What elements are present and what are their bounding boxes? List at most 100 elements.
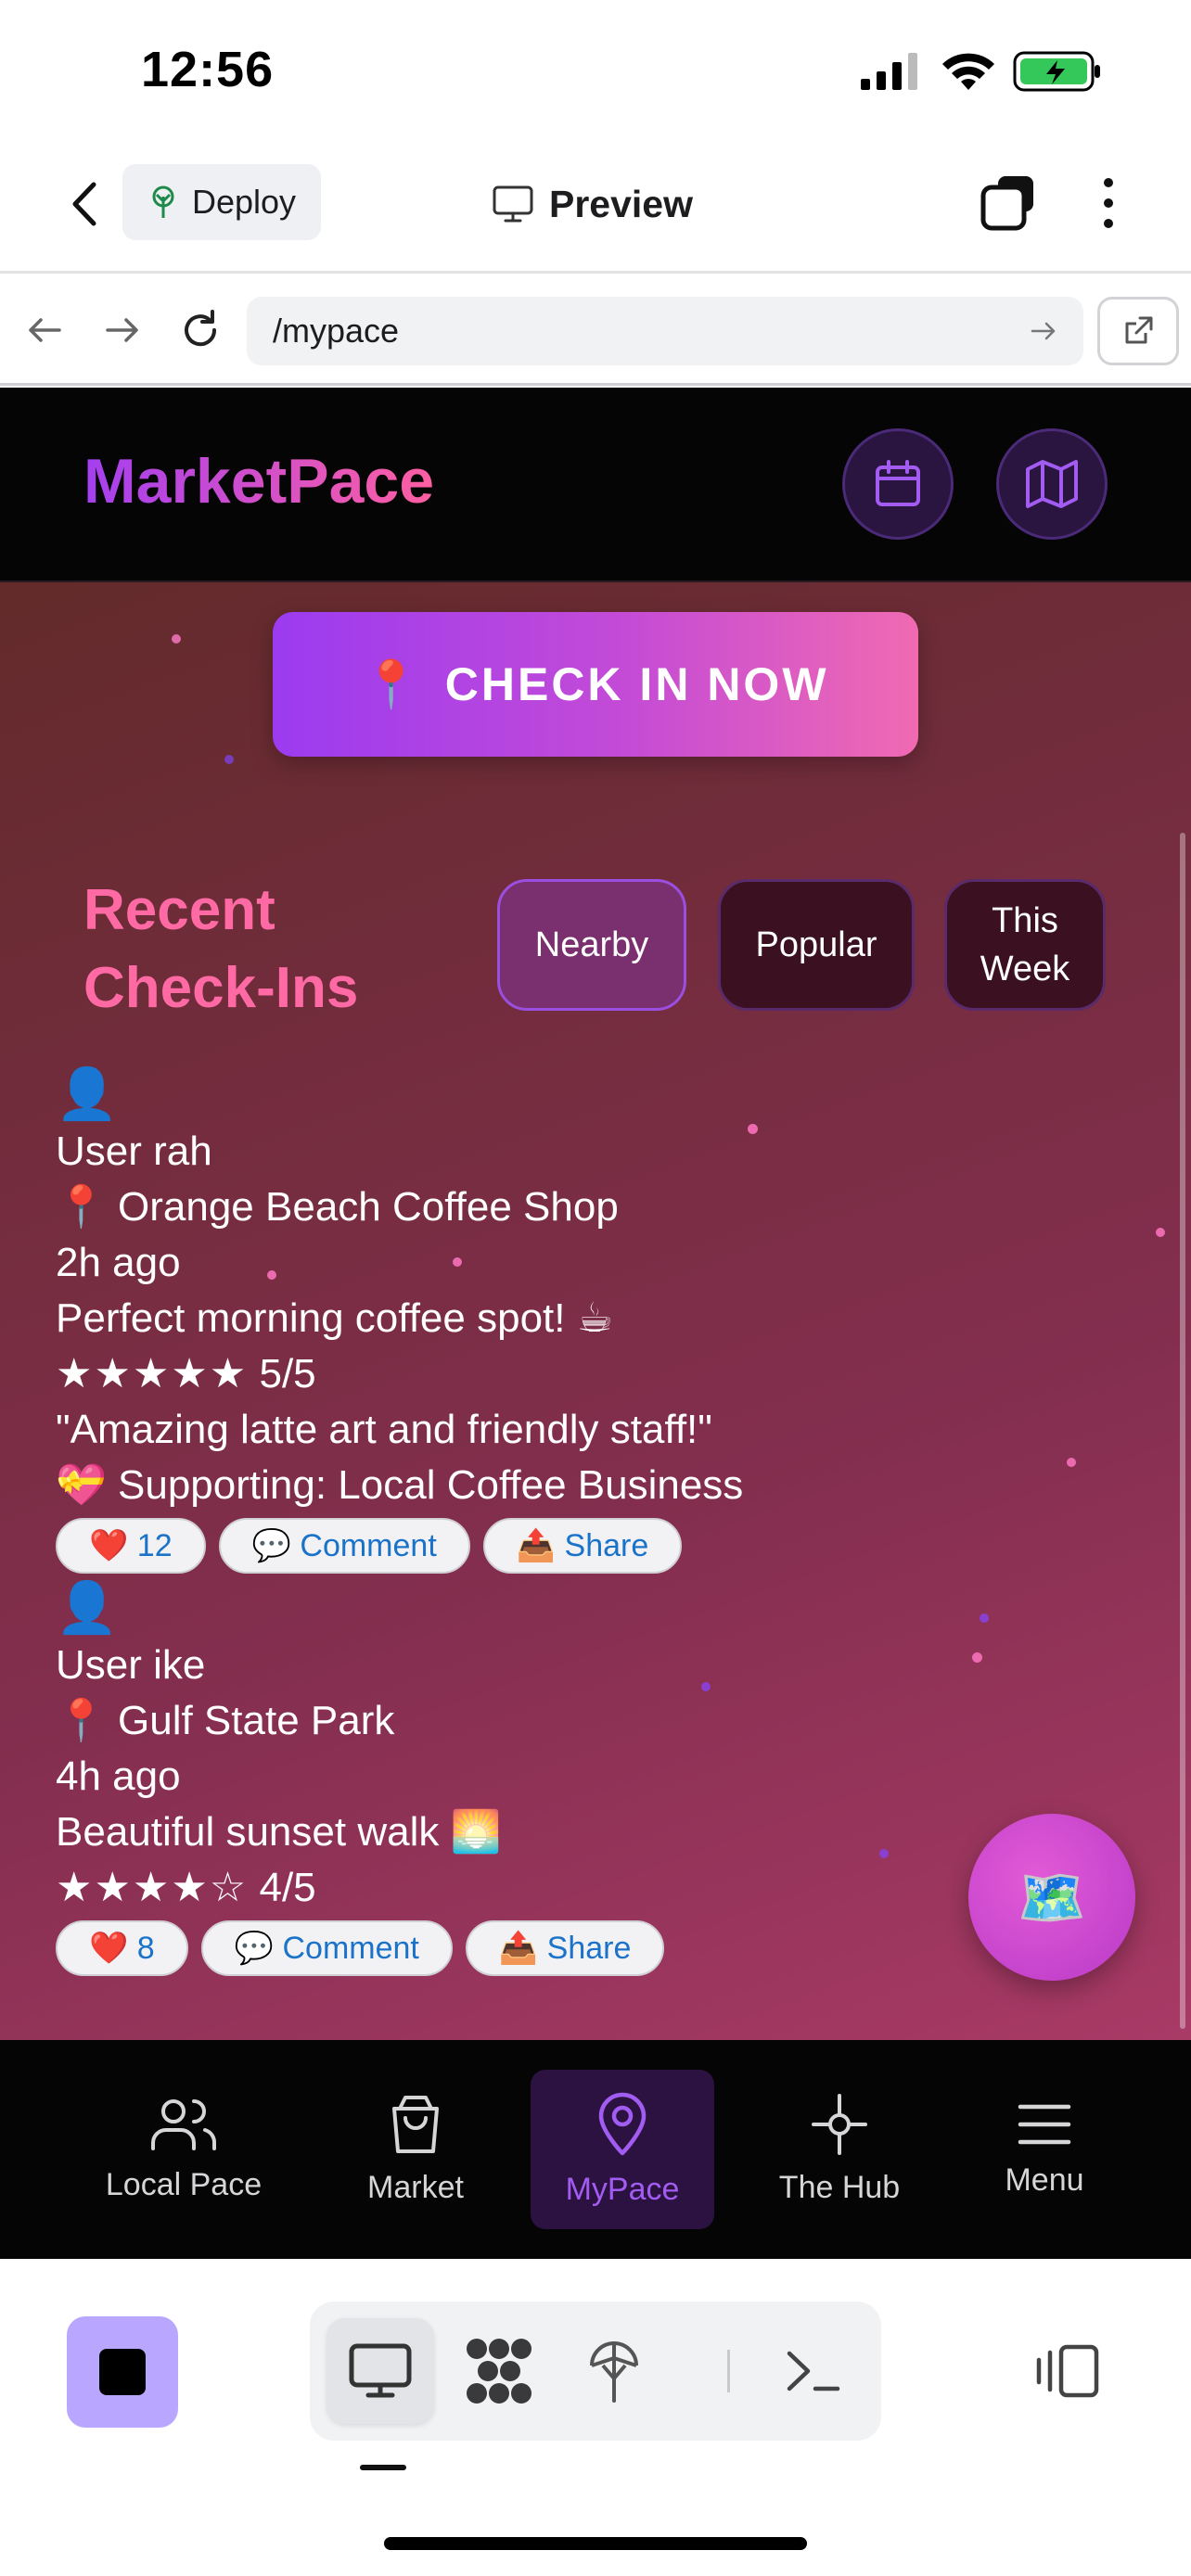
wifi-icon	[942, 53, 994, 90]
particle	[224, 755, 234, 764]
menu-icon	[1018, 2104, 1071, 2144]
app-bottom-nav: Local Pace Market MyPace The Hub Menu	[0, 2040, 1191, 2259]
avatar: 👤	[56, 1066, 119, 1122]
nav-mypace[interactable]: MyPace	[531, 2070, 714, 2229]
checkin-user[interactable]: User ike	[56, 1638, 1076, 1693]
stop-button[interactable]	[67, 2316, 178, 2428]
scrollbar[interactable]	[1180, 833, 1185, 2029]
reload-icon	[185, 310, 217, 347]
tool-group	[310, 2302, 881, 2441]
recent-checkins-title: Recent Check-Ins	[83, 878, 359, 1020]
deploy-icon	[152, 185, 174, 218]
status-time: 12:56	[141, 42, 275, 97]
agent-tool-button[interactable]	[445, 2318, 553, 2424]
check-in-label: CHECK IN NOW	[444, 658, 829, 710]
share-button[interactable]: 📤 Share	[465, 1920, 665, 1976]
site-header: MarketPace	[0, 388, 1191, 582]
url-text: /mypace	[273, 312, 400, 350]
like-button[interactable]: ❤️ 12	[56, 1518, 206, 1574]
active-tab-indicator	[360, 2465, 406, 2470]
more-dot	[1104, 219, 1113, 228]
external-link-icon	[1125, 316, 1153, 344]
map-icon	[1026, 460, 1078, 508]
nav-the-hub[interactable]: The Hub	[761, 2070, 918, 2229]
checkin-card: 👤 User rah 📍 Orange Beach Coffee Shop 2h…	[56, 1065, 1076, 1578]
checkins-feed: 👤 User rah 📍 Orange Beach Coffee Shop 2h…	[56, 1065, 1076, 1981]
map-button[interactable]	[996, 428, 1108, 540]
reload-button[interactable]	[176, 306, 224, 354]
stop-icon	[99, 2349, 146, 2395]
checkin-time: 4h ago	[56, 1753, 181, 1799]
nav-local-pace[interactable]: Local Pace	[93, 2070, 275, 2229]
url-bar: /mypace	[0, 276, 1191, 386]
particle	[1156, 1228, 1165, 1237]
browser-back-button[interactable]	[20, 306, 69, 354]
rating-stars: ★★★★☆	[56, 1865, 249, 1910]
preview-tool-button[interactable]	[327, 2318, 434, 2424]
monitor-icon	[493, 185, 533, 223]
deploy-tool-button[interactable]	[560, 2318, 668, 2424]
checkin-place[interactable]: 📍 Orange Beach Coffee Shop	[56, 1180, 1076, 1235]
go-arrow-icon[interactable]	[1030, 320, 1057, 342]
browser-forward-button[interactable]	[98, 306, 147, 354]
calendar-button[interactable]	[842, 428, 954, 540]
rating-text: 5/5	[259, 1351, 316, 1396]
hub-icon	[812, 2093, 867, 2155]
filter-popular[interactable]: Popular	[718, 879, 915, 1011]
like-button[interactable]: ❤️ 8	[56, 1920, 188, 1976]
filter-label: Popular	[755, 925, 877, 964]
checkin-time: 2h ago	[56, 1240, 181, 1285]
rating-stars: ★★★★★	[56, 1351, 249, 1396]
filter-nearby[interactable]: Nearby	[497, 879, 686, 1011]
map-fab-button[interactable]: 🗺️	[968, 1814, 1135, 1981]
checkin-rating: ★★★★☆ 4/5	[56, 1860, 1076, 1916]
signal-icon	[861, 53, 917, 90]
panel-toggle-button[interactable]	[1035, 2320, 1100, 2422]
pin-emoji-icon: 📍	[362, 657, 423, 710]
web-viewport: MarketPace 📍 CHECK IN NOW Recent Check-I…	[0, 388, 1191, 2040]
filter-label: This Week	[980, 901, 1070, 988]
deploy-icon	[590, 2341, 638, 2403]
app-bar: Deploy Preview	[0, 139, 1191, 274]
filter-label: Nearby	[534, 925, 649, 964]
agent-icon	[467, 2339, 531, 2404]
share-button[interactable]: 📤 Share	[482, 1518, 683, 1574]
arrow-right-icon	[106, 318, 138, 342]
battery-charging-icon	[1013, 51, 1100, 92]
chevron-left-icon	[72, 182, 96, 226]
brand-logo[interactable]: MarketPace	[83, 445, 434, 517]
tabs-button[interactable]	[978, 172, 1039, 234]
checkin-place[interactable]: 📍 Gulf State Park	[56, 1693, 1076, 1749]
nav-label: MyPace	[565, 2171, 680, 2207]
arrow-left-icon	[29, 318, 61, 342]
nav-label: The Hub	[778, 2169, 901, 2205]
split-panel-icon	[1036, 2344, 1099, 2398]
nav-label: Menu	[1005, 2162, 1084, 2198]
nav-menu[interactable]: Menu	[981, 2070, 1108, 2229]
calendar-icon	[876, 460, 920, 506]
status-icons	[861, 48, 1102, 95]
checkin-card: 👤 User ike 📍 Gulf State Park 4h ago Beau…	[56, 1578, 1076, 1981]
open-external-button[interactable]	[1097, 297, 1179, 365]
more-dot	[1104, 178, 1113, 187]
terminal-icon	[787, 2351, 840, 2391]
monitor-icon	[349, 2343, 412, 2398]
check-in-now-button[interactable]: 📍 CHECK IN NOW	[273, 612, 918, 757]
checkin-rating: ★★★★★ 5/5	[56, 1346, 1076, 1402]
users-icon	[151, 2098, 216, 2150]
nav-market[interactable]: Market	[343, 2070, 488, 2229]
avatar: 👤	[56, 1580, 119, 1636]
comment-button[interactable]: 💬 Comment	[218, 1518, 470, 1574]
back-button[interactable]	[56, 176, 111, 232]
shell-tool-button[interactable]	[759, 2318, 866, 2424]
deploy-button[interactable]: Deploy	[122, 164, 321, 240]
ide-toolbar	[0, 2259, 1191, 2576]
map-pin-icon	[598, 2092, 647, 2155]
url-input[interactable]: /mypace	[247, 297, 1083, 365]
more-options-button[interactable]	[1085, 172, 1132, 234]
filter-this-week[interactable]: This Week	[944, 879, 1106, 1011]
shopping-bag-icon	[392, 2095, 439, 2153]
checkin-actions: ❤️ 12 💬 Comment 📤 Share	[56, 1513, 1076, 1578]
comment-button[interactable]: 💬 Comment	[200, 1920, 453, 1976]
checkin-user[interactable]: User rah	[56, 1124, 1076, 1180]
